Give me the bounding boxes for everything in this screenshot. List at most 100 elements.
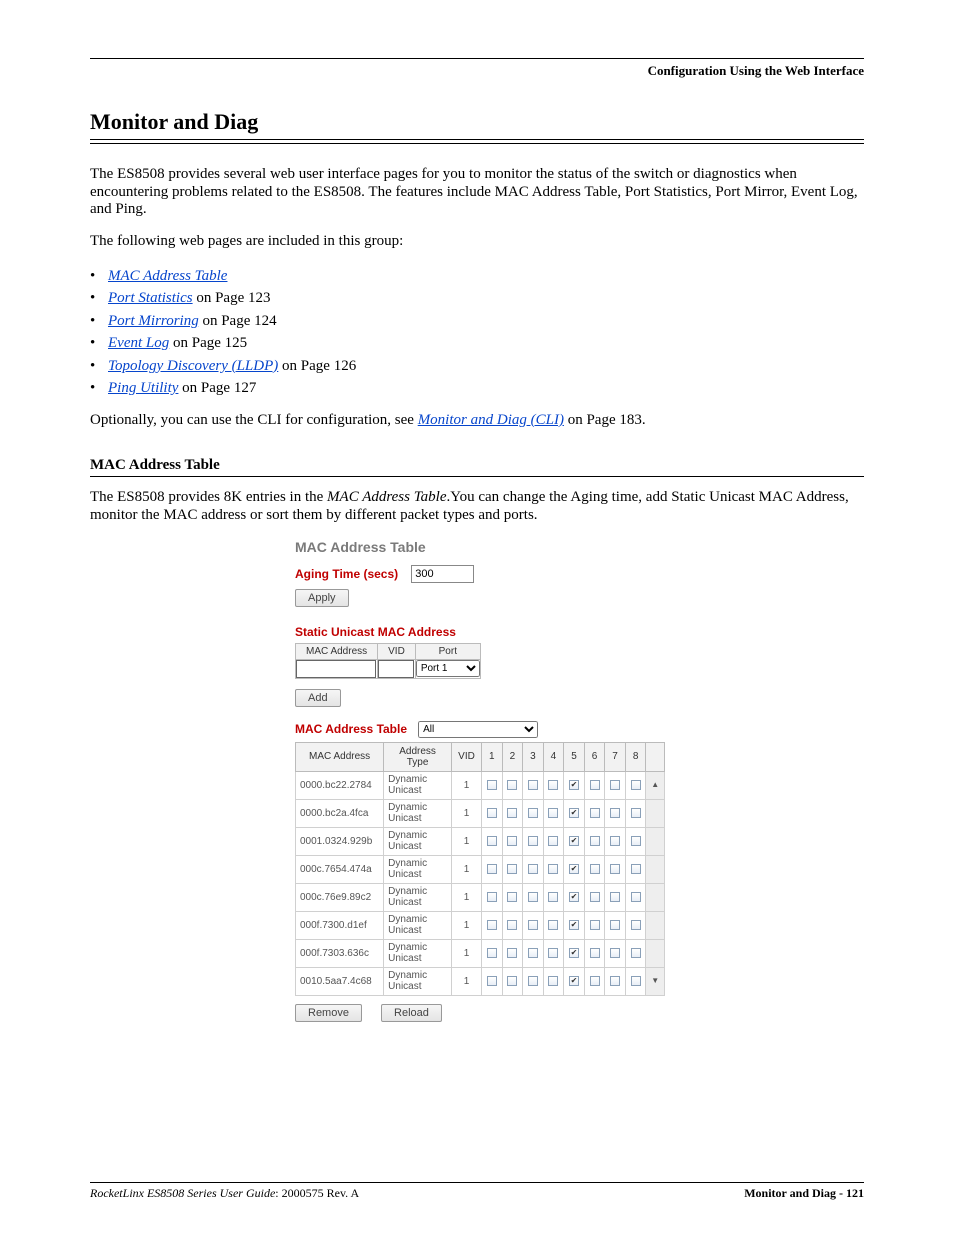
port-checkbox[interactable]: [528, 948, 538, 958]
port-checkbox[interactable]: [590, 864, 600, 874]
cell-port-4[interactable]: [543, 799, 564, 827]
cell-port-2[interactable]: [502, 855, 523, 883]
cell-port-3[interactable]: [523, 939, 544, 967]
port-checkbox[interactable]: [590, 948, 600, 958]
cell-port-8[interactable]: [625, 855, 646, 883]
scrollbar-cell[interactable]: ▲: [646, 771, 665, 799]
cell-port-7[interactable]: [605, 771, 626, 799]
port-checkbox[interactable]: [631, 836, 641, 846]
cell-port-2[interactable]: [502, 911, 523, 939]
cell-port-8[interactable]: [625, 911, 646, 939]
cell-port-3[interactable]: [523, 827, 544, 855]
cell-port-7[interactable]: [605, 799, 626, 827]
cell-port-1[interactable]: [482, 855, 503, 883]
port-checkbox[interactable]: [548, 836, 558, 846]
scrollbar-cell[interactable]: [646, 827, 665, 855]
port-checkbox[interactable]: [590, 920, 600, 930]
cell-port-6[interactable]: [584, 771, 605, 799]
cell-port-8[interactable]: [625, 883, 646, 911]
cell-port-5[interactable]: [564, 771, 585, 799]
cell-port-1[interactable]: [482, 827, 503, 855]
port-checkbox[interactable]: [569, 976, 579, 986]
cell-port-2[interactable]: [502, 771, 523, 799]
scrollbar-cell[interactable]: [646, 799, 665, 827]
port-checkbox[interactable]: [528, 864, 538, 874]
remove-button[interactable]: Remove: [295, 1004, 362, 1022]
cell-port-6[interactable]: [584, 939, 605, 967]
cell-port-7[interactable]: [605, 911, 626, 939]
port-checkbox[interactable]: [590, 836, 600, 846]
cell-port-5[interactable]: [564, 855, 585, 883]
port-checkbox[interactable]: [507, 836, 517, 846]
port-checkbox[interactable]: [487, 920, 497, 930]
doc-link[interactable]: Event Log: [108, 335, 169, 351]
cell-port-3[interactable]: [523, 771, 544, 799]
port-checkbox[interactable]: [548, 864, 558, 874]
cell-port-5[interactable]: [564, 911, 585, 939]
cell-port-1[interactable]: [482, 883, 503, 911]
cell-port-7[interactable]: [605, 939, 626, 967]
cell-port-5[interactable]: [564, 827, 585, 855]
cell-port-4[interactable]: [543, 939, 564, 967]
port-checkbox[interactable]: [548, 948, 558, 958]
cell-port-8[interactable]: [625, 967, 646, 995]
port-checkbox[interactable]: [590, 808, 600, 818]
cell-port-8[interactable]: [625, 771, 646, 799]
cell-port-6[interactable]: [584, 911, 605, 939]
port-checkbox[interactable]: [507, 864, 517, 874]
port-checkbox[interactable]: [487, 780, 497, 790]
port-checkbox[interactable]: [610, 836, 620, 846]
cell-port-6[interactable]: [584, 883, 605, 911]
port-checkbox[interactable]: [610, 976, 620, 986]
port-checkbox[interactable]: [569, 836, 579, 846]
cell-port-7[interactable]: [605, 883, 626, 911]
port-checkbox[interactable]: [487, 976, 497, 986]
cell-port-7[interactable]: [605, 967, 626, 995]
cell-port-7[interactable]: [605, 855, 626, 883]
port-checkbox[interactable]: [528, 836, 538, 846]
port-checkbox[interactable]: [487, 948, 497, 958]
cell-port-6[interactable]: [584, 799, 605, 827]
port-checkbox[interactable]: [528, 892, 538, 902]
port-checkbox[interactable]: [548, 808, 558, 818]
static-mac-input[interactable]: [296, 660, 376, 678]
cell-port-1[interactable]: [482, 771, 503, 799]
cell-port-6[interactable]: [584, 855, 605, 883]
doc-link[interactable]: Topology Discovery (LLDP): [108, 358, 278, 374]
port-checkbox[interactable]: [548, 892, 558, 902]
port-checkbox[interactable]: [590, 780, 600, 790]
cell-port-2[interactable]: [502, 827, 523, 855]
port-checkbox[interactable]: [507, 892, 517, 902]
port-checkbox[interactable]: [610, 780, 620, 790]
reload-button[interactable]: Reload: [381, 1004, 442, 1022]
scrollbar-cell[interactable]: [646, 911, 665, 939]
cell-port-1[interactable]: [482, 939, 503, 967]
cell-port-5[interactable]: [564, 883, 585, 911]
cell-port-3[interactable]: [523, 967, 544, 995]
port-checkbox[interactable]: [569, 808, 579, 818]
add-button[interactable]: Add: [295, 689, 341, 707]
port-checkbox[interactable]: [631, 892, 641, 902]
port-checkbox[interactable]: [631, 780, 641, 790]
port-checkbox[interactable]: [610, 920, 620, 930]
cell-port-4[interactable]: [543, 911, 564, 939]
port-checkbox[interactable]: [487, 808, 497, 818]
cell-port-5[interactable]: [564, 799, 585, 827]
cell-port-5[interactable]: [564, 967, 585, 995]
port-checkbox[interactable]: [528, 920, 538, 930]
scrollbar-cell[interactable]: [646, 939, 665, 967]
cell-port-1[interactable]: [482, 799, 503, 827]
cell-port-8[interactable]: [625, 939, 646, 967]
port-checkbox[interactable]: [487, 836, 497, 846]
cell-port-2[interactable]: [502, 799, 523, 827]
apply-button[interactable]: Apply: [295, 589, 349, 607]
port-checkbox[interactable]: [569, 864, 579, 874]
doc-link[interactable]: Port Statistics: [108, 290, 193, 306]
aging-input[interactable]: [411, 565, 474, 583]
port-checkbox[interactable]: [631, 920, 641, 930]
cell-port-8[interactable]: [625, 799, 646, 827]
cell-port-6[interactable]: [584, 827, 605, 855]
port-checkbox[interactable]: [487, 864, 497, 874]
scrollbar-cell[interactable]: [646, 855, 665, 883]
port-checkbox[interactable]: [507, 808, 517, 818]
